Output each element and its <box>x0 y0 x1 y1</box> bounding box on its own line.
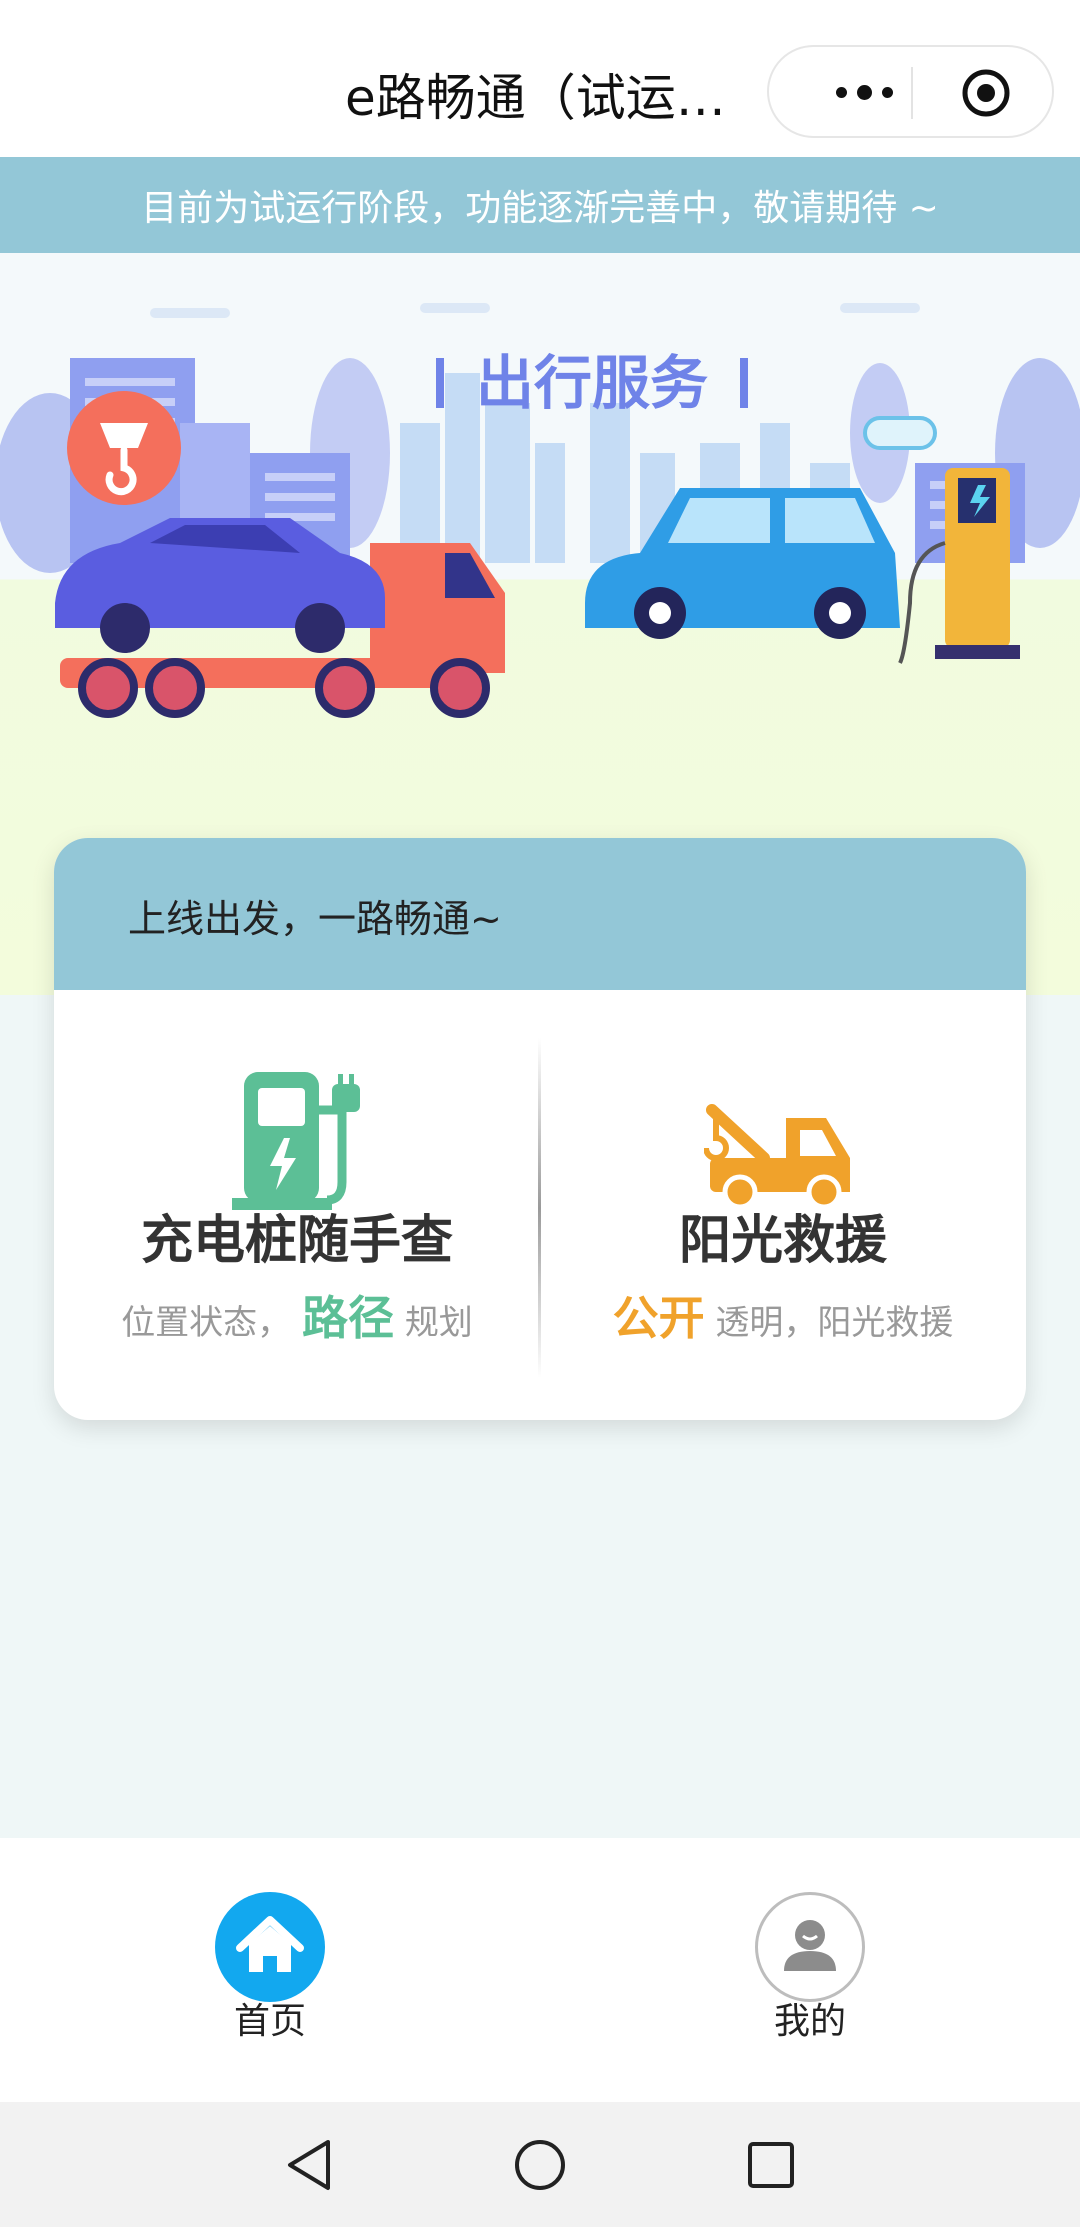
capsule-divider <box>911 67 913 119</box>
home-icon <box>236 1916 304 1972</box>
card-header: 上线出发，一路畅通~ <box>54 838 1026 990</box>
target-circle-icon[interactable] <box>961 68 1011 118</box>
tab-me[interactable]: 我的 <box>730 1892 890 2044</box>
charging-sub-before: 位置状态， <box>121 1303 292 1343</box>
charging-subtitle: 位置状态， 路径 规划 <box>54 1282 540 1348</box>
charging-sub-highlight: 路径 <box>302 1291 394 1345</box>
system-nav-bar <box>0 2102 1080 2227</box>
mini-program-capsule <box>767 45 1054 138</box>
banner-title: 出行服务 <box>476 349 708 417</box>
rescue-sub-after: 透明，阳光救援 <box>715 1303 954 1343</box>
card-header-text: 上线出发，一路畅通~ <box>128 897 502 941</box>
charging-pile-service[interactable]: 充电桩随手查 位置状态， 路径 规划 <box>54 990 540 1420</box>
rescue-title: 阳光救援 <box>678 1211 887 1271</box>
recent-apps-icon[interactable] <box>746 2138 796 2192</box>
notice-bar: 目前为试运行阶段，功能逐渐完善中，敬请期待 ~ <box>0 157 1080 253</box>
rescue-subtitle: 公开 透明，阳光救援 <box>540 1282 1026 1348</box>
tab-bar: 首页 我的 <box>0 1838 1080 2102</box>
services-card: 上线出发，一路畅通~ 充电桩随手查 位置状态， 路径 规划 阳光救援 公开 透明… <box>54 838 1026 1420</box>
rescue-service[interactable]: 阳光救援 公开 透明，阳光救援 <box>540 990 1026 1420</box>
charging-pile-icon <box>232 1072 360 1210</box>
home-icon-circle <box>215 1892 325 2002</box>
home-circle-icon[interactable] <box>513 2138 567 2192</box>
user-avatar-icon <box>784 1920 836 1971</box>
back-icon[interactable] <box>284 2138 334 2192</box>
notice-text: 目前为试运行阶段，功能逐渐完善中，敬请期待 ~ <box>141 188 939 229</box>
rescue-sub-highlight: 公开 <box>612 1291 705 1345</box>
user-icon-circle <box>755 1892 865 2002</box>
more-dots-icon[interactable] <box>809 69 919 115</box>
page-title: e路畅通（试运… <box>345 69 726 127</box>
charging-sub-after: 规划 <box>404 1303 473 1343</box>
tab-home[interactable]: 首页 <box>190 1892 350 2044</box>
charging-title: 充电桩随手查 <box>140 1211 453 1271</box>
tow-truck-icon <box>704 1104 850 1210</box>
title-bar: e路畅通（试运… <box>0 0 1080 157</box>
